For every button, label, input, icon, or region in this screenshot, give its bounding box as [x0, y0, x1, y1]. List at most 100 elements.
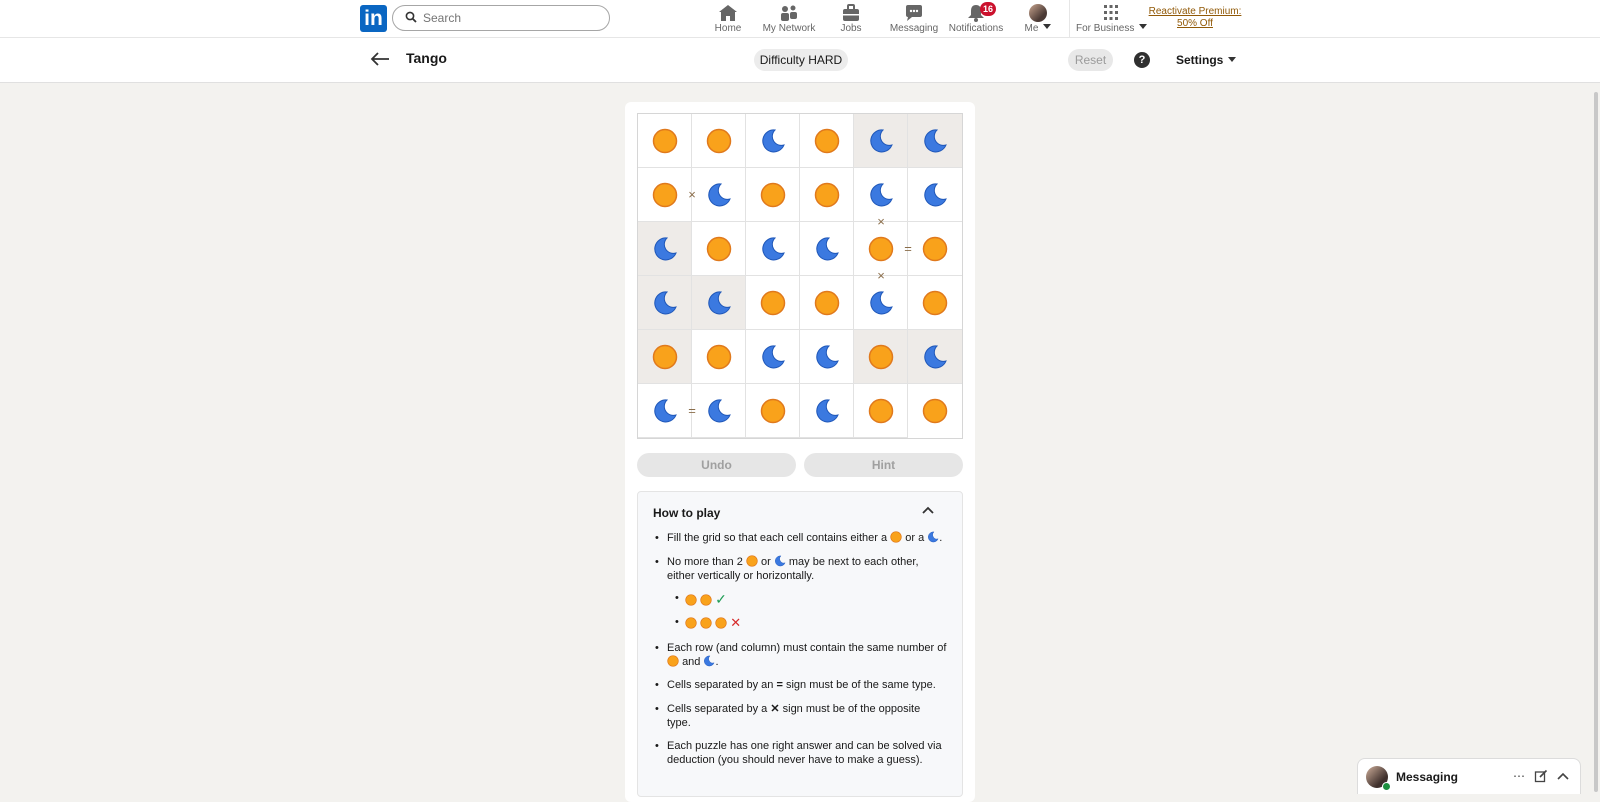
page-title: Tango	[406, 50, 447, 66]
messaging-label: Messaging	[1396, 770, 1459, 784]
grid-cell[interactable]	[638, 384, 692, 438]
chevron-up-icon[interactable]	[921, 505, 935, 515]
grid-cell[interactable]	[908, 168, 962, 222]
online-status-icon	[1382, 782, 1391, 791]
moon-icon	[706, 398, 732, 424]
grid-cell[interactable]	[692, 114, 746, 168]
sun-icon	[922, 236, 948, 262]
moon-icon	[774, 555, 786, 567]
moon-icon	[922, 128, 948, 154]
moon-icon	[652, 236, 678, 262]
grid-cell[interactable]	[638, 330, 692, 384]
grid-cell[interactable]	[638, 276, 692, 330]
help-icon[interactable]: ?	[1134, 52, 1150, 68]
grid-cell[interactable]	[800, 114, 854, 168]
grid-cell[interactable]	[800, 384, 854, 438]
grid-cell[interactable]	[854, 330, 908, 384]
grid-cell[interactable]	[692, 222, 746, 276]
cross-icon: ✕	[730, 615, 742, 630]
sun-icon	[814, 290, 840, 316]
grid-cell[interactable]	[692, 276, 746, 330]
moon-icon	[927, 531, 939, 543]
how-to-play-title: How to play	[653, 506, 721, 520]
bullet: •	[675, 616, 679, 628]
grid-cell[interactable]	[692, 384, 746, 438]
moon-icon	[868, 182, 894, 208]
caret-down-icon	[1043, 24, 1052, 29]
sun-icon	[890, 531, 902, 543]
moon-icon	[652, 398, 678, 424]
sun-icon	[706, 128, 732, 154]
moon-icon	[760, 128, 786, 154]
sun-icon	[700, 594, 712, 606]
rule-text: Each row (and column) must contain the s…	[667, 642, 947, 654]
grid-cell[interactable]	[800, 168, 854, 222]
moon-icon	[706, 290, 732, 316]
search-input[interactable]	[423, 9, 593, 27]
difficulty-badge: Difficulty HARD	[754, 49, 848, 71]
grid-cell[interactable]	[854, 276, 908, 330]
game-card: × × = × = Undo Hint How to play • Fill the g…	[625, 102, 975, 802]
compose-icon[interactable]	[1534, 769, 1548, 783]
messaging-bar[interactable]: Messaging ⋯	[1357, 758, 1581, 794]
scrollbar[interactable]	[1594, 92, 1598, 792]
more-options-icon[interactable]: ⋯	[1512, 769, 1526, 783]
grid-cell[interactable]	[746, 330, 800, 384]
rule-text: or	[760, 556, 771, 568]
nav-for-business[interactable]: For Business	[1076, 2, 1148, 36]
moon-icon	[814, 398, 840, 424]
grid-cell[interactable]	[800, 222, 854, 276]
bullet: •	[655, 532, 659, 544]
moon-icon	[760, 344, 786, 370]
caret-down-icon	[1228, 57, 1237, 62]
grid-cell[interactable]	[638, 114, 692, 168]
sun-icon	[652, 182, 678, 208]
grid-cell[interactable]	[746, 168, 800, 222]
rule-text: sign must be of the same type.	[785, 679, 936, 691]
chevron-up-icon[interactable]	[1556, 769, 1570, 783]
chat-icon	[906, 5, 922, 21]
equals-marker: =	[904, 241, 912, 256]
sun-icon	[922, 398, 948, 424]
grid-cell[interactable]	[854, 114, 908, 168]
bullet: •	[675, 592, 679, 604]
grid-cell[interactable]	[908, 276, 962, 330]
grid-cell[interactable]	[800, 330, 854, 384]
back-arrow-icon[interactable]	[370, 51, 390, 67]
search-box[interactable]	[392, 5, 610, 31]
grid-cell[interactable]	[692, 168, 746, 222]
rule-text: No more than 2	[667, 556, 743, 568]
sun-icon	[700, 617, 712, 629]
bullet: •	[655, 740, 659, 752]
grid-cell[interactable]	[746, 384, 800, 438]
grid-cell[interactable]	[854, 384, 908, 438]
moon-icon	[703, 655, 715, 667]
grid-cell[interactable]	[746, 276, 800, 330]
nav-me[interactable]: Me	[1002, 2, 1074, 36]
grid-cell[interactable]	[638, 168, 692, 222]
settings-dropdown[interactable]: Settings	[1176, 53, 1237, 67]
grid-cell[interactable]	[908, 222, 962, 276]
search-icon	[405, 11, 417, 23]
grid-cell[interactable]	[908, 384, 962, 438]
notification-badge: 16	[980, 2, 996, 16]
reactivate-premium-link[interactable]: Reactivate Premium: 50% Off	[1145, 6, 1245, 30]
linkedin-logo[interactable]: in	[360, 5, 387, 32]
rule-text: Each puzzle has one right answer and can…	[667, 740, 942, 766]
reset-button[interactable]: Reset	[1068, 49, 1113, 71]
grid-cell[interactable]	[746, 222, 800, 276]
moon-icon	[814, 344, 840, 370]
grid-cell[interactable]	[638, 222, 692, 276]
nav-divider	[1069, 0, 1070, 37]
grid-cell[interactable]	[692, 330, 746, 384]
moon-icon	[706, 182, 732, 208]
undo-button[interactable]: Undo	[637, 453, 796, 477]
moon-icon	[814, 236, 840, 262]
hint-button[interactable]: Hint	[804, 453, 963, 477]
grid-cell[interactable]	[746, 114, 800, 168]
grid-cell[interactable]	[908, 114, 962, 168]
grid-cell[interactable]	[908, 330, 962, 384]
nav-jobs[interactable]: Jobs	[815, 2, 887, 36]
grid-cell[interactable]	[800, 276, 854, 330]
cross-icon: ✕	[770, 703, 780, 715]
